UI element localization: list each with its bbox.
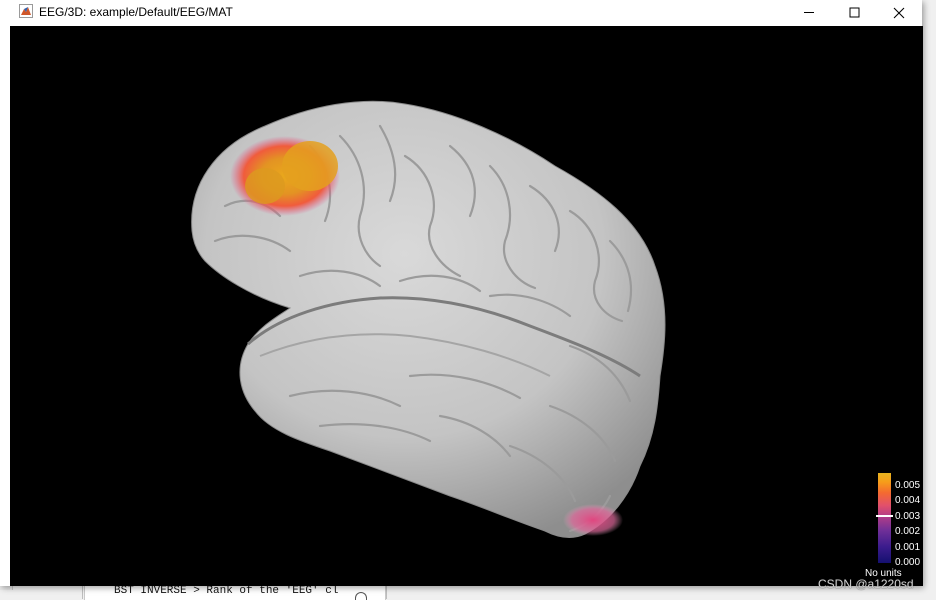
cortex-surface[interactable]	[10, 26, 923, 586]
minimize-button[interactable]	[786, 0, 832, 26]
colorbar-tick: 0.005	[895, 480, 921, 491]
colorbar[interactable]	[878, 473, 891, 563]
maximize-icon	[849, 7, 860, 18]
matlab-figure-icon	[19, 4, 33, 18]
colorbar-tick: 0.001	[895, 542, 921, 553]
close-icon	[893, 7, 905, 19]
colorbar-tick: 0.003	[895, 511, 921, 522]
maximize-button[interactable]	[832, 0, 878, 26]
minimize-icon	[804, 12, 814, 13]
3d-axes-canvas[interactable]: 0.005 0.004 0.003 0.002 0.001 0.000 No u…	[10, 26, 923, 586]
watermark: CSDN @a1220sd	[818, 577, 914, 591]
title-bar[interactable]: EEG/3D: example/Default/EEG/MAT	[0, 0, 922, 26]
background-divider	[386, 584, 387, 599]
colorbar-tick: 0.002	[895, 526, 921, 537]
console-text: BST INVERSE > Rank of the 'EEG' cl	[114, 585, 339, 597]
figure-window: EEG/3D: example/Default/EEG/MAT 0.005 0.…	[0, 0, 923, 586]
colorbar-threshold-marker	[876, 515, 893, 517]
colorbar-tick: 0.000	[895, 557, 921, 568]
background-divider	[82, 584, 83, 599]
colorbar-tick: 0.004	[895, 495, 921, 506]
close-button[interactable]	[876, 0, 922, 26]
window-title: EEG/3D: example/Default/EEG/MAT	[39, 5, 233, 19]
